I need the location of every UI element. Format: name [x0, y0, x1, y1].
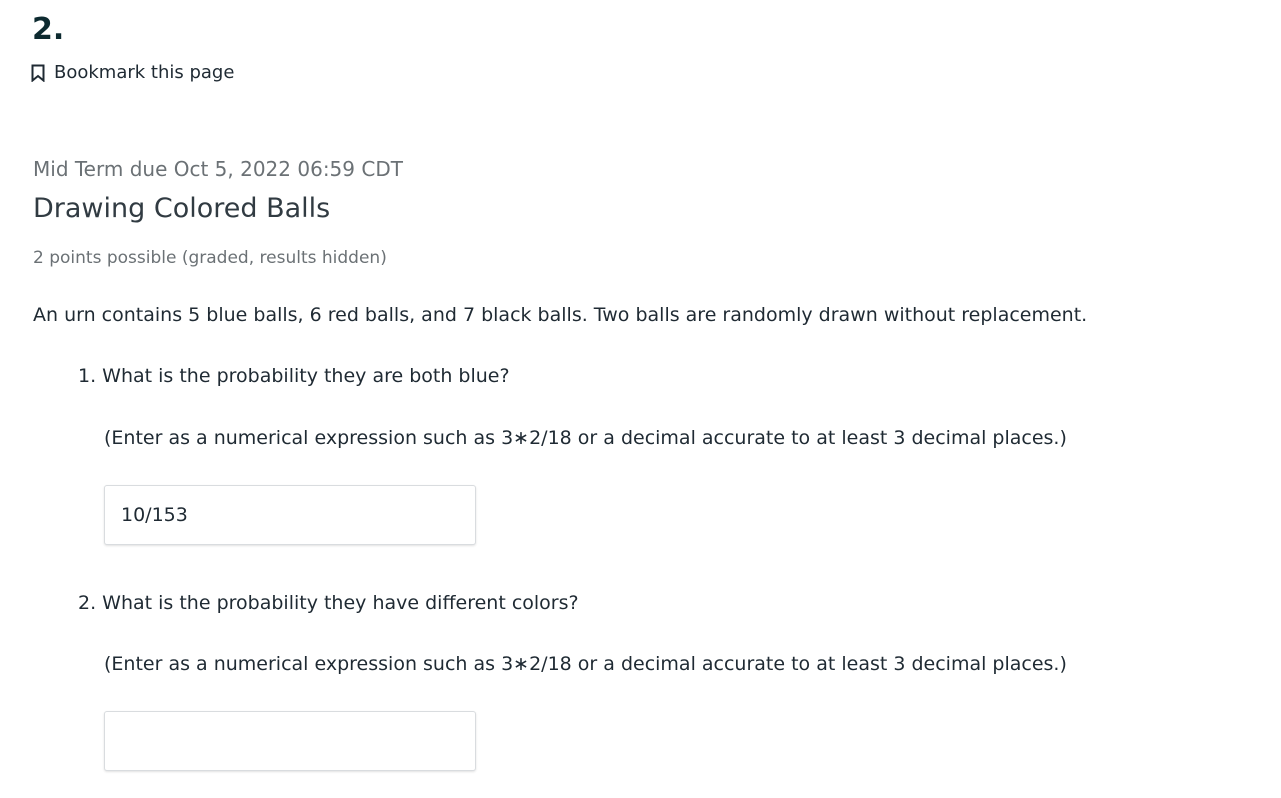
- question-2-answer-input[interactable]: [104, 711, 476, 771]
- section-number: 2.: [32, 12, 65, 47]
- question-1-hint: (Enter as a numerical expression such as…: [104, 427, 1067, 449]
- points-info: 2 points possible (graded, results hidde…: [33, 248, 387, 268]
- bookmark-label: Bookmark this page: [54, 62, 235, 83]
- problem-title: Drawing Colored Balls: [33, 193, 331, 224]
- bookmark-button[interactable]: Bookmark this page: [28, 60, 236, 85]
- question-2-text: 2. What is the probability they have dif…: [78, 592, 579, 614]
- question-1-answer-input[interactable]: [104, 485, 476, 545]
- question-1-text: 1. What is the probability they are both…: [78, 365, 510, 387]
- bookmark-icon: [30, 64, 46, 82]
- question-2-hint: (Enter as a numerical expression such as…: [104, 653, 1067, 675]
- due-date: Mid Term due Oct 5, 2022 06:59 CDT: [33, 157, 403, 181]
- problem-statement: An urn contains 5 blue balls, 6 red ball…: [33, 304, 1088, 326]
- problem-page: 2. Bookmark this page Mid Term due Oct 5…: [0, 0, 1281, 798]
